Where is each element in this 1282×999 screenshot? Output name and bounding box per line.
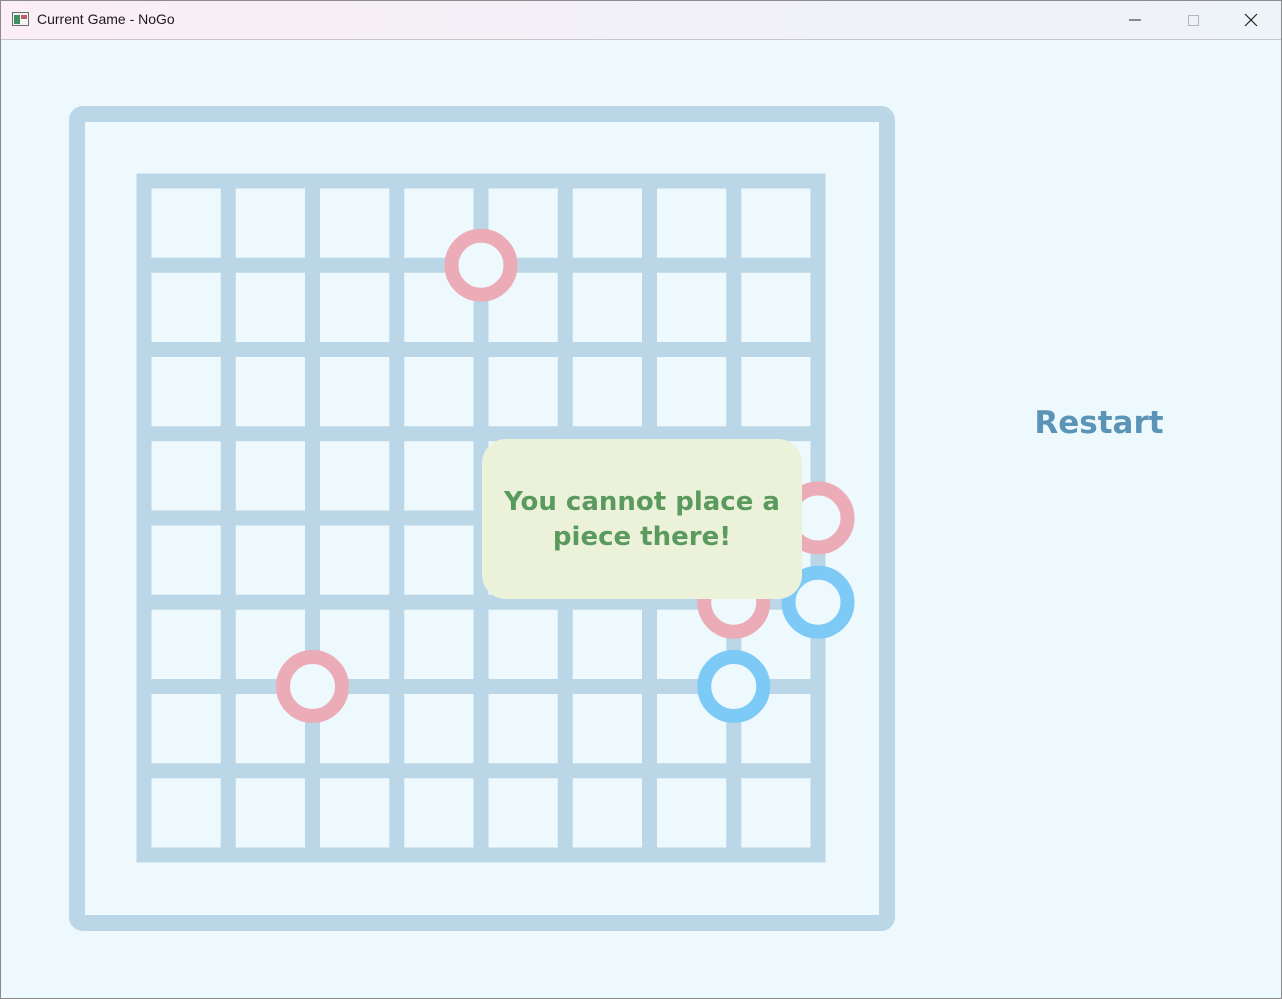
app-icon <box>12 12 29 26</box>
invalid-move-message: You cannot place a piece there! <box>504 487 780 552</box>
minimize-button[interactable] <box>1106 1 1164 39</box>
invalid-move-popup: You cannot place a piece there! <box>482 439 802 599</box>
pink-stone <box>444 228 518 302</box>
maximize-button[interactable] <box>1164 1 1222 39</box>
restart-button[interactable]: Restart <box>1021 401 1177 445</box>
close-icon <box>1244 13 1258 27</box>
blue-stone <box>697 650 771 723</box>
window-title: Current Game - NoGo <box>37 11 175 27</box>
close-button[interactable] <box>1222 1 1280 39</box>
title-bar: Current Game - NoGo <box>1 1 1281 40</box>
game-window: Current Game - NoGo You cannot place a p… <box>0 0 1282 999</box>
minimize-icon <box>1129 19 1141 21</box>
pink-stone <box>276 650 349 723</box>
maximize-icon <box>1188 15 1199 26</box>
